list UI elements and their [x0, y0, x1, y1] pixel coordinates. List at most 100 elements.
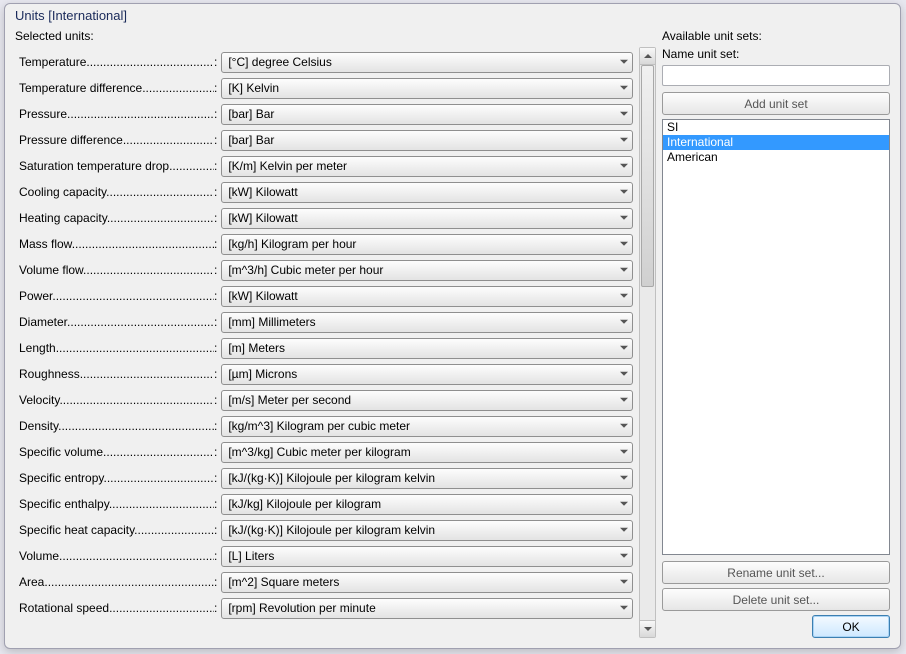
unit-row: Temperature: [°C] degree Celsius	[19, 51, 633, 73]
chevron-down-icon	[620, 164, 628, 168]
unit-row: Length: [m] Meters	[19, 337, 633, 359]
label-terminator: :	[214, 575, 217, 589]
label-terminator: :	[214, 601, 217, 615]
unit-row: Cooling capacity: [kW] Kilowatt	[19, 181, 633, 203]
unit-label: Specific enthalpy	[19, 497, 214, 511]
unit-row: Specific enthalpy: [kJ/kg] Kilojoule per…	[19, 493, 633, 515]
scroll-track[interactable]	[640, 65, 655, 620]
chevron-down-icon	[620, 60, 628, 64]
unit-row: Velocity: [m/s] Meter per second	[19, 389, 633, 411]
unit-dropdown-value: [bar] Bar	[228, 133, 274, 147]
label-terminator: :	[214, 471, 217, 485]
unit-dropdown[interactable]: [kg/h] Kilogram per hour	[221, 234, 633, 255]
unit-label: Area	[19, 575, 214, 589]
unit-dropdown[interactable]: [bar] Bar	[221, 104, 633, 125]
unit-dropdown-value: [kW] Kilowatt	[228, 289, 297, 303]
unit-dropdown-value: [kg/m^3] Kilogram per cubic meter	[228, 419, 410, 433]
unit-dropdown-value: [K] Kelvin	[228, 81, 279, 95]
scroll-thumb[interactable]	[641, 65, 654, 287]
unit-sets-listbox[interactable]: SIInternationalAmerican	[662, 119, 890, 555]
unit-label: Cooling capacity	[19, 185, 214, 199]
chevron-down-icon	[620, 606, 628, 610]
unit-dropdown[interactable]: [kg/m^3] Kilogram per cubic meter	[221, 416, 633, 437]
unit-row: Pressure difference: [bar] Bar	[19, 129, 633, 151]
unit-row: Temperature difference: [K] Kelvin	[19, 77, 633, 99]
unit-label: Power	[19, 289, 214, 303]
unit-dropdown[interactable]: [kJ/kg] Kilojoule per kilogram	[221, 494, 633, 515]
label-terminator: :	[214, 55, 217, 69]
chevron-down-icon	[620, 86, 628, 90]
unit-dropdown[interactable]: [mm] Millimeters	[221, 312, 633, 333]
label-terminator: :	[214, 497, 217, 511]
unit-dropdown-value: [kJ/kg] Kilojoule per kilogram	[228, 497, 381, 511]
unit-label: Temperature	[19, 55, 214, 69]
chevron-down-icon	[620, 346, 628, 350]
unit-dropdown[interactable]: [µm] Microns	[221, 364, 633, 385]
units-scrollbar[interactable]	[639, 47, 656, 638]
chevron-down-icon	[620, 242, 628, 246]
unit-row: Area: [m^2] Square meters	[19, 571, 633, 593]
dialog-title: Units [International]	[5, 4, 900, 23]
unit-label: Density	[19, 419, 214, 433]
ok-button[interactable]: OK	[812, 615, 890, 638]
name-unit-set-input[interactable]	[662, 65, 890, 86]
unit-label: Velocity	[19, 393, 214, 407]
label-terminator: :	[214, 107, 217, 121]
add-unit-set-button[interactable]: Add unit set	[662, 92, 890, 115]
unit-dropdown[interactable]: [K] Kelvin	[221, 78, 633, 99]
unit-dropdown[interactable]: [m^3/kg] Cubic meter per kilogram	[221, 442, 633, 463]
label-terminator: :	[214, 419, 217, 433]
label-terminator: :	[214, 289, 217, 303]
unit-dropdown[interactable]: [m/s] Meter per second	[221, 390, 633, 411]
unit-dropdown[interactable]: [m^3/h] Cubic meter per hour	[221, 260, 633, 281]
unit-dropdown-value: [kJ/(kg·K)] Kilojoule per kilogram kelvi…	[228, 523, 435, 537]
rename-unit-set-button[interactable]: Rename unit set...	[662, 561, 890, 584]
unit-label: Rotational speed	[19, 601, 214, 615]
unit-dropdown[interactable]: [m^2] Square meters	[221, 572, 633, 593]
unit-dropdown-value: [m^3/h] Cubic meter per hour	[228, 263, 383, 277]
unit-dropdown-value: [kJ/(kg·K)] Kilojoule per kilogram kelvi…	[228, 471, 435, 485]
chevron-down-icon	[620, 138, 628, 142]
unit-dropdown-value: [rpm] Revolution per minute	[228, 601, 375, 615]
unit-set-item[interactable]: SI	[663, 120, 889, 135]
unit-dropdown[interactable]: [kW] Kilowatt	[221, 182, 633, 203]
chevron-down-icon	[620, 450, 628, 454]
unit-dropdown-value: [m/s] Meter per second	[228, 393, 351, 407]
label-terminator: :	[214, 393, 217, 407]
unit-dropdown-value: [kW] Kilowatt	[228, 185, 297, 199]
chevron-down-icon	[620, 476, 628, 480]
label-terminator: :	[214, 549, 217, 563]
unit-set-item[interactable]: American	[663, 150, 889, 165]
unit-set-item[interactable]: International	[663, 135, 889, 150]
scroll-down-button[interactable]	[640, 620, 655, 637]
ok-row: OK	[662, 615, 890, 638]
unit-dropdown[interactable]: [rpm] Revolution per minute	[221, 598, 633, 619]
label-terminator: :	[214, 263, 217, 277]
unit-dropdown[interactable]: [kW] Kilowatt	[221, 286, 633, 307]
chevron-down-icon	[620, 112, 628, 116]
unit-label: Temperature difference	[19, 81, 214, 95]
unit-row: Pressure: [bar] Bar	[19, 103, 633, 125]
unit-row: Saturation temperature drop: [K/m] Kelvi…	[19, 155, 633, 177]
delete-unit-set-button[interactable]: Delete unit set...	[662, 588, 890, 611]
unit-dropdown[interactable]: [L] Liters	[221, 546, 633, 567]
units-list: Temperature: [°C] degree CelsiusTemperat…	[15, 47, 639, 638]
unit-dropdown[interactable]: [bar] Bar	[221, 130, 633, 151]
unit-dropdown-value: [m^2] Square meters	[228, 575, 339, 589]
unit-dropdown[interactable]: [K/m] Kelvin per meter	[221, 156, 633, 177]
chevron-down-icon	[620, 372, 628, 376]
unit-label: Diameter	[19, 315, 214, 329]
unit-dropdown[interactable]: [°C] degree Celsius	[221, 52, 633, 73]
scroll-up-button[interactable]	[640, 48, 655, 65]
unit-label: Specific heat capacity	[19, 523, 214, 537]
unit-row: Rotational speed: [rpm] Revolution per m…	[19, 597, 633, 619]
unit-dropdown[interactable]: [m] Meters	[221, 338, 633, 359]
unit-dropdown[interactable]: [kJ/(kg·K)] Kilojoule per kilogram kelvi…	[221, 468, 633, 489]
unit-dropdown[interactable]: [kW] Kilowatt	[221, 208, 633, 229]
unit-row: Specific heat capacity: [kJ/(kg·K)] Kilo…	[19, 519, 633, 541]
unit-dropdown-value: [kg/h] Kilogram per hour	[228, 237, 356, 251]
chevron-down-icon	[620, 190, 628, 194]
unit-dropdown[interactable]: [kJ/(kg·K)] Kilojoule per kilogram kelvi…	[221, 520, 633, 541]
dialog-content: Selected units: Temperature: [°C] degree…	[5, 23, 900, 648]
unit-dropdown-value: [µm] Microns	[228, 367, 297, 381]
